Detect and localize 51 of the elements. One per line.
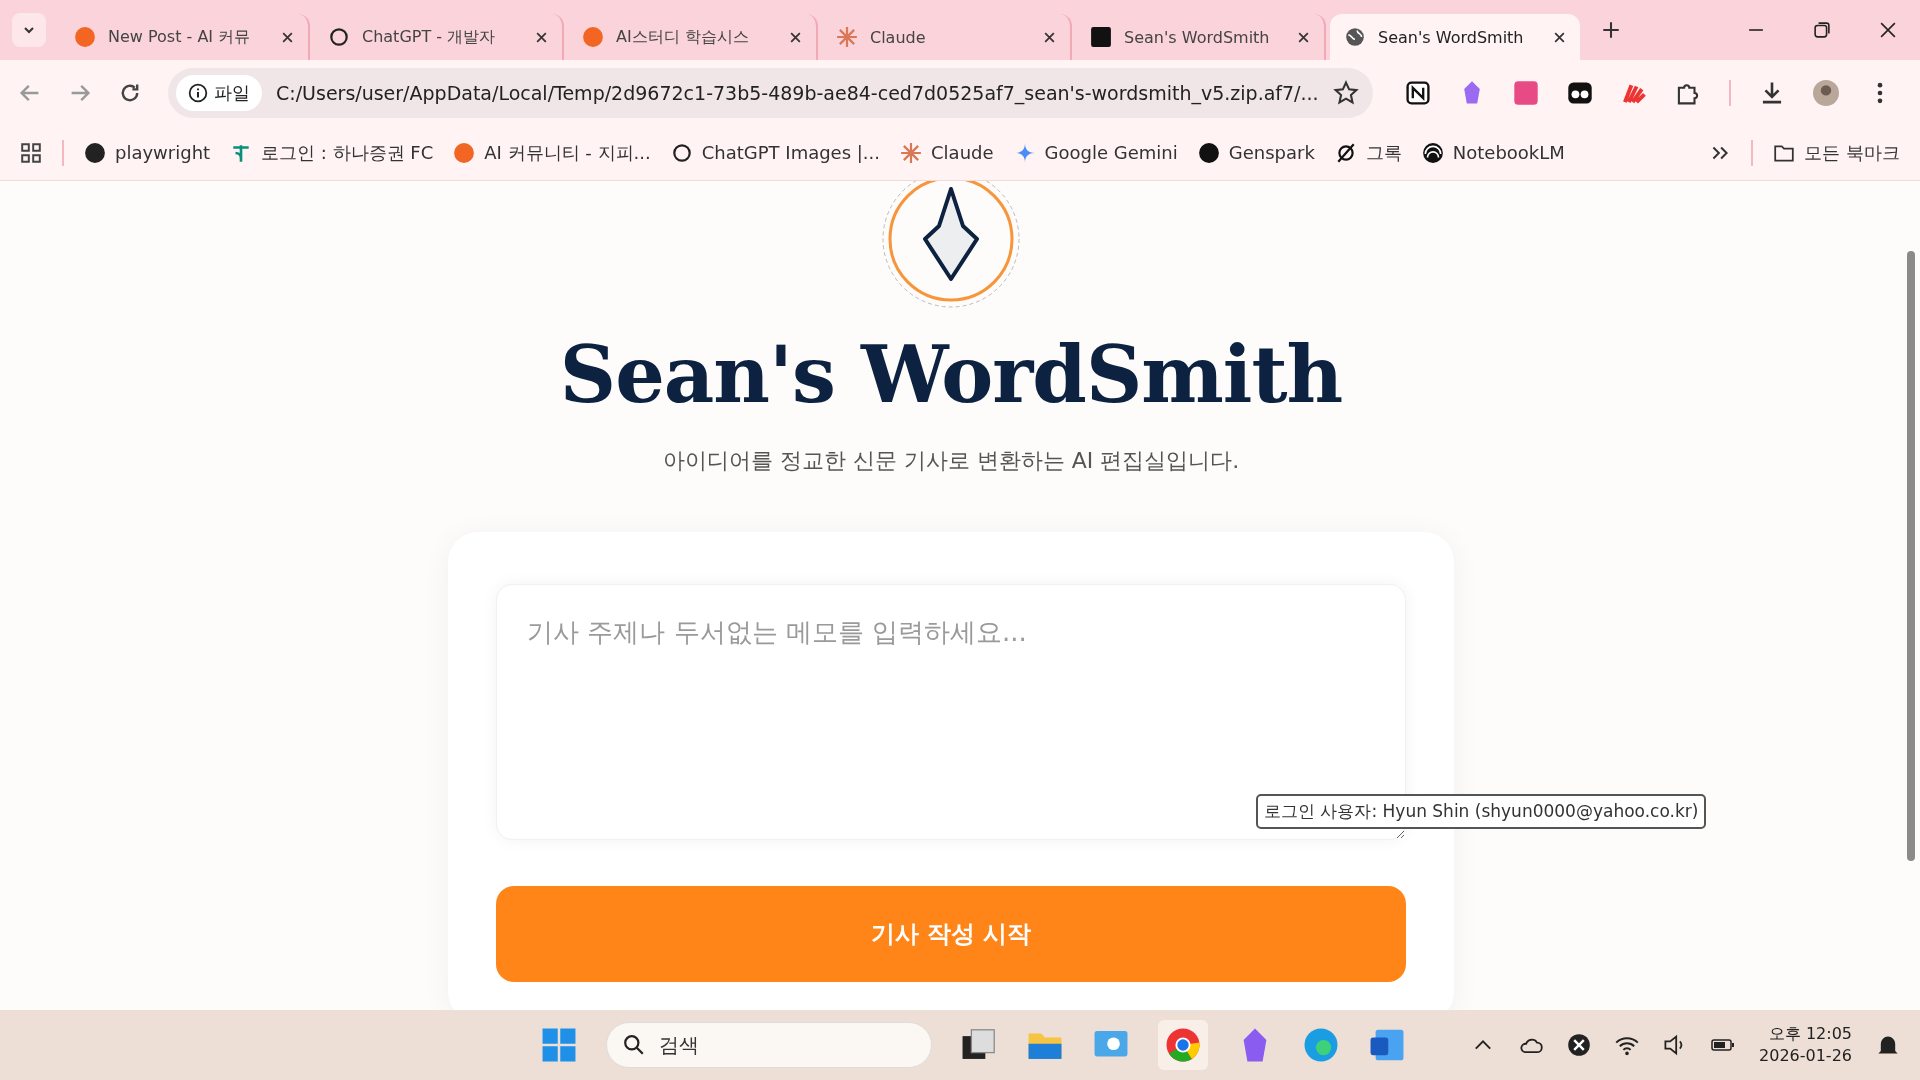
pen-nib-logo-icon <box>881 181 1021 309</box>
bookmark-favicon-icon <box>670 141 693 164</box>
close-icon[interactable] <box>1880 22 1896 38</box>
clock-time[interactable]: 오후 12:05 <box>1768 1022 1852 1045</box>
bookmark-favicon-icon <box>1197 141 1220 164</box>
close-icon[interactable] <box>1297 30 1310 44</box>
close-icon[interactable] <box>1553 30 1566 44</box>
bookmark-favicon-icon <box>453 141 476 164</box>
bookmark-item[interactable]: 그록 <box>1334 140 1402 165</box>
all-bookmarks-folder[interactable]: 모든 북마크 <box>1773 140 1900 165</box>
profile-avatar-icon[interactable] <box>1813 79 1839 106</box>
bookmark-item[interactable]: Claude <box>900 141 994 164</box>
bookmark-item[interactable]: playwright <box>84 141 211 164</box>
tab-favicon-icon <box>328 26 350 48</box>
new-tab-icon[interactable] <box>1602 21 1620 39</box>
restore-icon[interactable] <box>1814 22 1830 38</box>
tab-favicon-icon <box>1344 26 1366 48</box>
tab-favicon-icon <box>1090 26 1112 48</box>
close-icon[interactable] <box>789 30 802 44</box>
tab-favicon-icon <box>582 26 604 48</box>
start-windows-icon[interactable] <box>540 1026 578 1064</box>
close-icon[interactable] <box>281 30 294 44</box>
tooltip: 로그인 사용자: Hyun Shin (shyun0000@yahoo.co.kr) <box>1256 794 1707 829</box>
bookmark-item[interactable]: AI 커뮤니티 - 지피... <box>453 140 651 165</box>
bookmark-favicon-icon <box>84 141 106 164</box>
site-info-chip[interactable]: 파일 <box>176 74 262 111</box>
close-icon[interactable] <box>535 30 548 44</box>
browser-tab[interactable]: Sean's WordSmith <box>1330 14 1580 60</box>
bookmark-item[interactable]: Google Gemini <box>1013 141 1178 164</box>
bookmark-favicon-icon <box>1421 141 1444 164</box>
bookmark-item[interactable]: ChatGPT Images |... <box>670 141 881 164</box>
app-title: Sean's WordSmith <box>559 329 1343 420</box>
app-subtitle: 아이디어를 정교한 신문 기사로 변환하는 AI 편집실입니다. <box>662 447 1240 475</box>
bookmark-item[interactable]: Genspark <box>1197 141 1315 164</box>
close-circle-icon[interactable] <box>1567 1033 1591 1057</box>
taskbar-search-field[interactable]: 검색 <box>606 1022 932 1068</box>
tab-favicon-icon <box>836 26 858 48</box>
info-icon <box>188 82 208 103</box>
clock-date[interactable]: 2026-01-26 <box>1759 1045 1852 1068</box>
bookmark-item[interactable]: NotebookLM <box>1421 141 1565 164</box>
bookmark-star-icon[interactable] <box>1333 79 1359 106</box>
bookmark-item[interactable]: 로그인 : 하나증권 FC <box>230 140 434 165</box>
extension-icon[interactable] <box>1405 79 1431 106</box>
search-icon <box>623 1034 645 1056</box>
address-bar[interactable]: 파일 C:/Users/user/AppData/Local/Temp/2d9672c1-73b5-489b-ae84-ced7d0525af7_sean's-wordsmith_v5.zip.af7/... <box>168 67 1373 118</box>
chrome-icon[interactable] <box>1158 1020 1208 1070</box>
tab-favicon-icon <box>74 26 96 48</box>
url-text: C:/Users/user/AppData/Local/Temp/2d9672c1-73b5-489b-ae84-ced7d0525af7_sean's-wordsmith_v5.zip.af7/... <box>276 81 1319 104</box>
apps-grid-icon[interactable] <box>20 141 42 164</box>
bookmark-favicon-icon <box>900 141 923 164</box>
close-icon[interactable] <box>1043 30 1056 44</box>
